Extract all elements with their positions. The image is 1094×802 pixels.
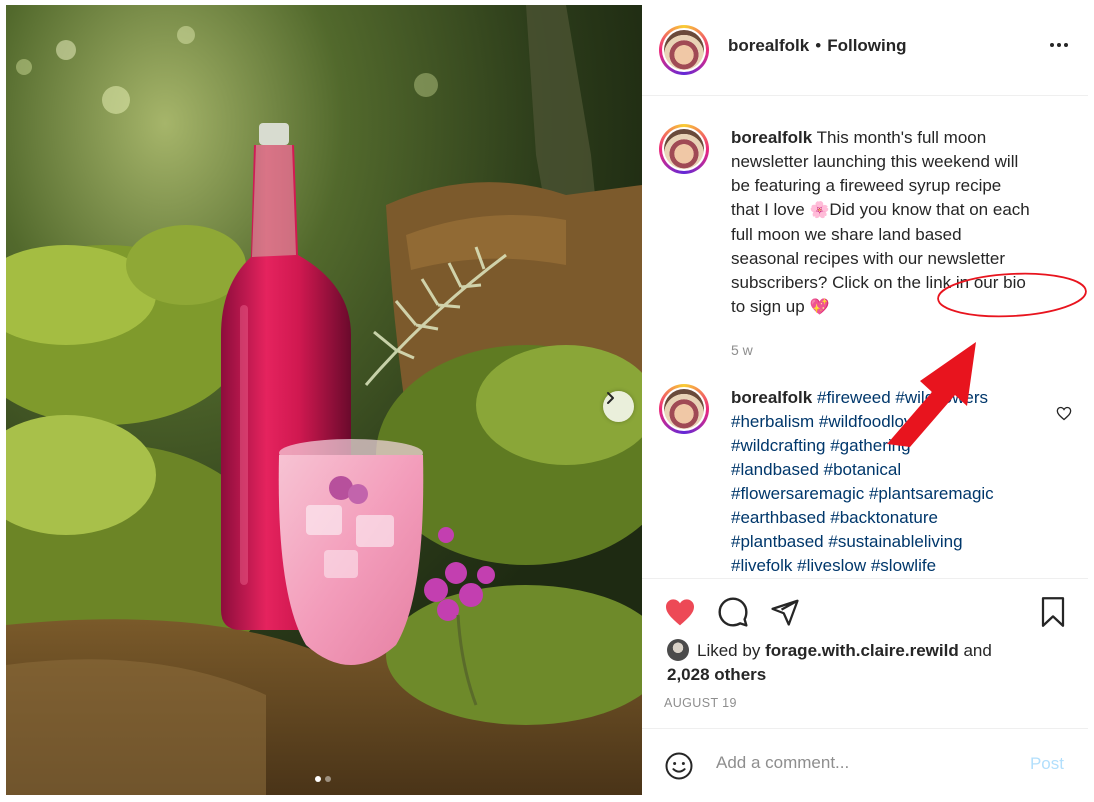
carousel-dot	[325, 776, 331, 782]
carousel-dot-active	[315, 776, 321, 782]
caption-line: subscribers? Click on the link in our bi…	[731, 273, 1026, 292]
paper-plane-icon[interactable]	[770, 597, 800, 632]
caption-username[interactable]: borealfolk	[731, 128, 812, 147]
hashtag-link[interactable]: #landbased #botanical	[731, 460, 901, 479]
avatar-image	[664, 30, 704, 70]
hashtag-link[interactable]: #earthbased #backtonature	[731, 508, 938, 527]
caption-line: newsletter launching this weekend will	[731, 152, 1019, 171]
comment-avatar[interactable]	[659, 384, 709, 434]
hashtag-link[interactable]: #wildcrafting #gathering	[731, 436, 911, 455]
caption-age[interactable]: 5 w	[731, 342, 753, 358]
caption-line: seasonal recipes with our newsletter	[731, 249, 1006, 268]
author-line: borealfolk • Following	[728, 36, 907, 56]
caption-line: to sign up	[731, 297, 805, 316]
caption-line: that I love	[731, 200, 805, 219]
comments-list[interactable]: borealfolk This month's full moon newsle…	[642, 96, 1088, 576]
post-side-panel: borealfolk • Following borealfolk This mon…	[642, 5, 1088, 795]
caption-line: This month's full moon	[816, 128, 987, 147]
author-username[interactable]: borealfolk	[728, 36, 809, 55]
flower-emoji: 🌸	[809, 202, 830, 219]
following-button[interactable]: Following	[827, 36, 906, 55]
caption-line: full moon we share land based	[731, 225, 962, 244]
comment-username[interactable]: borealfolk	[731, 388, 812, 407]
separator-dot: •	[815, 36, 822, 55]
likes-count[interactable]: 2,028 others	[667, 665, 766, 684]
comment-input[interactable]	[716, 746, 1006, 780]
hashtag-link[interactable]: #livefolk #liveslow #slowlife	[731, 556, 936, 575]
likes-summary: Liked by forage.with.claire.rewild and 2…	[667, 639, 1067, 687]
chevron-right-icon	[607, 392, 614, 404]
liker-username[interactable]: forage.with.claire.rewild	[765, 641, 959, 660]
add-comment-bar: Post	[642, 728, 1088, 796]
likes-prefix: Liked by	[697, 641, 761, 660]
more-options-icon[interactable]	[1050, 43, 1068, 47]
smiley-icon[interactable]	[664, 751, 694, 786]
hashtag-link[interactable]: #flowersaremagic #plantsaremagic	[731, 484, 994, 503]
hashtag-text: borealfolk #fireweed #wildflowers #herba…	[731, 386, 1031, 576]
instagram-post-view: borealfolk • Following borealfolk This mon…	[0, 0, 1094, 802]
hashtag-link[interactable]: #fireweed #wildflowers	[817, 388, 988, 407]
likes-and: and	[963, 641, 992, 660]
liker-avatar[interactable]	[667, 639, 689, 661]
heart-emoji: 💖	[809, 299, 830, 316]
post-photo[interactable]	[6, 5, 642, 795]
post-date[interactable]: AUGUST 19	[664, 696, 737, 710]
caption-avatar[interactable]	[659, 124, 709, 174]
fireweed-syrup-photo	[6, 5, 642, 795]
glass-graphic	[278, 439, 424, 665]
caption-line: Did you know that on each	[829, 200, 1030, 219]
next-photo-button[interactable]	[603, 391, 634, 422]
post-comment-button[interactable]: Post	[1030, 754, 1064, 774]
hashtag-link[interactable]: #herbalism #wildfoodlove	[731, 412, 922, 431]
carousel-indicator	[315, 776, 331, 782]
heart-outline-icon[interactable]	[1056, 406, 1072, 426]
post-header: borealfolk • Following	[642, 5, 1088, 96]
caption-line: be featuring a fireweed syrup recipe	[731, 176, 1002, 195]
hashtag-link[interactable]: #plantbased #sustainableliving	[731, 532, 963, 551]
post-actions: Liked by forage.with.claire.rewild and 2…	[642, 578, 1088, 729]
heart-filled-icon[interactable]	[664, 597, 696, 632]
comment-icon[interactable]	[717, 596, 749, 633]
author-avatar[interactable]	[659, 25, 709, 75]
caption-text: borealfolk This month's full moon newsle…	[731, 126, 1071, 320]
bookmark-icon[interactable]	[1038, 595, 1068, 634]
